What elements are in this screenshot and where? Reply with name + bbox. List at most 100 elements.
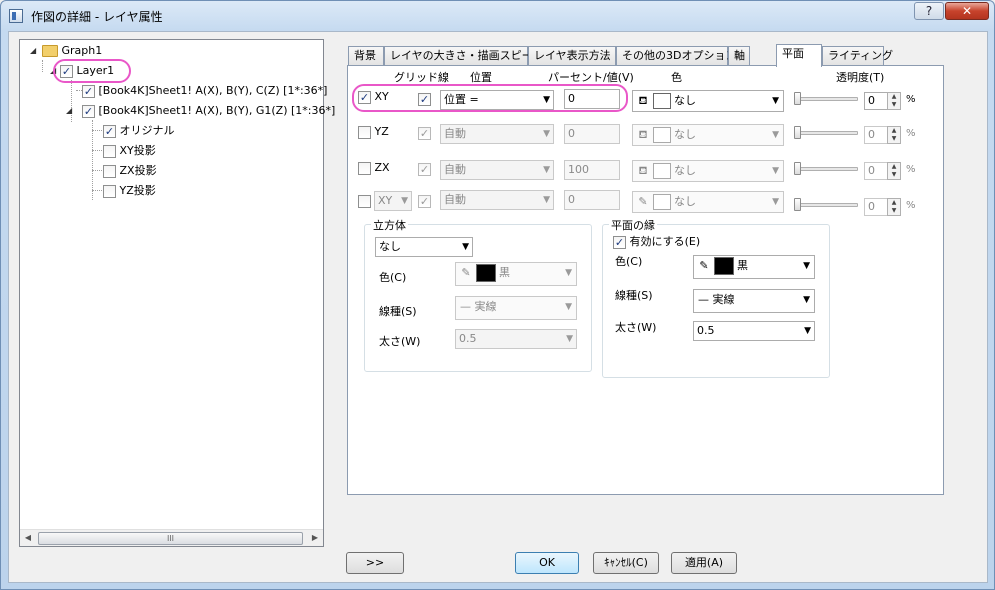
layer1-checkbox[interactable]: ✓: [60, 64, 73, 78]
plane-yz-transparency-spin[interactable]: 0 ▲ ▼: [864, 126, 901, 144]
position-value: 自動: [444, 127, 466, 140]
plane-xy-slider-thumb[interactable]: [794, 92, 801, 105]
plane-zx-value-input[interactable]: 100: [564, 160, 620, 180]
app-icon: [9, 9, 23, 23]
plane-zx-checkbox[interactable]: [358, 161, 371, 175]
tree-horizontal-scrollbar[interactable]: ◀ III ▶: [20, 529, 323, 546]
tab-axis[interactable]: 軸: [728, 46, 750, 65]
cube-linestyle-select[interactable]: — 実線 ▼: [455, 296, 577, 320]
color-swatch: [653, 163, 671, 179]
plane-yz-color-select[interactable]: ⛾ なし ▼: [632, 124, 784, 146]
chevron-down-icon: ▼: [772, 130, 779, 140]
plane-yz-value-input[interactable]: 0: [564, 124, 620, 144]
plane-xy-transparency-spin[interactable]: 0 ▲ ▼: [864, 92, 901, 110]
transparency-value: 0: [868, 128, 875, 141]
tab-layer-display[interactable]: レイヤ表示方法: [528, 46, 616, 65]
object-tree[interactable]: ◢ Graph1 ◢ ✓ Layer1 ✓ [Book4K]Sheet1! A(…: [19, 39, 335, 547]
chevron-down-icon: ▼: [803, 261, 810, 271]
plane-custom-grid-checkbox[interactable]: ✓: [418, 195, 431, 208]
color-value: 黒: [499, 266, 510, 279]
apply-button[interactable]: 適用(A): [671, 552, 737, 574]
edge-color-select[interactable]: ✎ 黒 ▼: [693, 255, 815, 279]
yz-projection-checkbox[interactable]: [103, 184, 116, 198]
scroll-thumb[interactable]: III: [38, 532, 303, 545]
xy-projection-checkbox[interactable]: [103, 144, 116, 158]
edge-enable-row[interactable]: ✓ 有効にする(E): [613, 233, 700, 249]
plane-zx-position-select[interactable]: 自動 ▼: [440, 160, 554, 180]
edge-width-select[interactable]: 0.5 ▼: [693, 321, 815, 341]
plane-xy-checkbox[interactable]: ✓: [358, 90, 371, 104]
tab-layer-size-speed[interactable]: レイヤの大きさ・描画スピード: [384, 46, 544, 65]
ok-button[interactable]: OK: [515, 552, 579, 574]
plot1-checkbox[interactable]: ✓: [82, 84, 95, 98]
spin-arrows-icon[interactable]: ▲ ▼: [887, 126, 901, 144]
plane-xy-color-select[interactable]: ⛾ なし ▼: [632, 90, 784, 112]
plane-zx-transparency-spin[interactable]: 0 ▲ ▼: [864, 162, 901, 180]
expand-icon[interactable]: ◢: [50, 66, 59, 75]
tab-planes[interactable]: 平面: [776, 44, 822, 67]
pen-icon: ✎: [699, 259, 709, 272]
tab-lighting[interactable]: ライティング: [822, 46, 893, 65]
edge-linestyle-select[interactable]: — 実線 ▼: [693, 289, 815, 313]
fill-bucket-icon: ⛾: [638, 164, 648, 177]
title-bar[interactable]: 作図の詳細 - レイヤ属性 ? ✕: [1, 1, 994, 31]
plane-yz-checkbox[interactable]: [358, 125, 371, 139]
tree-item-graph1[interactable]: ◢ Graph1: [30, 42, 102, 60]
plane-zx-grid-checkbox[interactable]: ✓: [418, 163, 431, 176]
plane-xy-row[interactable]: ✓ XY: [358, 90, 389, 104]
tree-item-zx-projection[interactable]: ZX投影: [103, 162, 157, 180]
plane-yz-position-select[interactable]: 自動 ▼: [440, 124, 554, 144]
scroll-right-icon[interactable]: ▶: [309, 532, 321, 544]
plane-yz-transparency-slider[interactable]: [794, 131, 858, 135]
plane-custom-transparency-slider[interactable]: [794, 203, 858, 207]
plane-custom-checkbox[interactable]: [358, 195, 371, 208]
plane-custom-value-input[interactable]: 0: [564, 190, 620, 210]
edge-enable-checkbox[interactable]: ✓: [613, 235, 626, 249]
plane-xy-value-input[interactable]: 0: [564, 89, 620, 109]
plane-custom-slider-thumb[interactable]: [794, 198, 801, 211]
close-button[interactable]: ✕: [945, 2, 989, 20]
plane-xy-transparency-slider[interactable]: [794, 97, 858, 101]
tab-background[interactable]: 背景: [348, 46, 384, 65]
plot2-checkbox[interactable]: ✓: [82, 104, 95, 118]
tree-item-yz-projection[interactable]: YZ投影: [103, 182, 156, 200]
cancel-button[interactable]: ｷｬﾝｾﾙ(C): [593, 552, 659, 574]
plane-custom-position-select[interactable]: 自動 ▼: [440, 190, 554, 210]
tree-item-xy-projection[interactable]: XY投影: [103, 142, 156, 160]
tree-line: [92, 190, 102, 191]
plane-custom-transparency-spin[interactable]: 0 ▲ ▼: [864, 198, 901, 216]
tree-item-plot2[interactable]: ◢ ✓ [Book4K]Sheet1! A(X), B(Y), G1(Z) [1…: [66, 102, 335, 120]
tab-other-3d-options[interactable]: その他の3Dオプション: [616, 46, 736, 65]
pen-icon: ✎: [638, 195, 648, 208]
cube-width-select[interactable]: 0.5 ▼: [455, 329, 577, 349]
plane-yz-slider-thumb[interactable]: [794, 126, 801, 139]
plane-zx-color-select[interactable]: ⛾ なし ▼: [632, 160, 784, 182]
cube-type-select[interactable]: なし ▼: [375, 237, 473, 257]
spin-arrows-icon[interactable]: ▲ ▼: [887, 92, 901, 110]
plane-zx-row[interactable]: ZX: [358, 161, 390, 175]
plane-yz-row[interactable]: YZ: [358, 125, 389, 139]
plane-xy-grid-checkbox[interactable]: ✓: [418, 93, 431, 106]
plane-zx-slider-thumb[interactable]: [794, 162, 801, 175]
fill-bucket-icon: ⛾: [638, 128, 648, 141]
tree-item-original[interactable]: ✓ オリジナル: [103, 122, 175, 140]
plane-yz-grid-checkbox[interactable]: ✓: [418, 127, 431, 140]
expand-icon[interactable]: ◢: [30, 46, 39, 55]
zx-projection-checkbox[interactable]: [103, 164, 116, 178]
expand-button[interactable]: >>: [346, 552, 404, 574]
percent-sign: %: [906, 200, 916, 211]
tree-item-plot1[interactable]: ✓ [Book4K]Sheet1! A(X), B(Y), C(Z) [1*:3…: [82, 82, 327, 100]
spin-arrows-icon[interactable]: ▲ ▼: [887, 198, 901, 216]
spin-arrows-icon[interactable]: ▲ ▼: [887, 162, 901, 180]
plane-xy-position-select[interactable]: 位置 = ▼: [440, 90, 554, 110]
expand-icon[interactable]: ◢: [66, 106, 75, 115]
scroll-left-icon[interactable]: ◀: [22, 532, 34, 544]
position-value: 位置 =: [444, 93, 479, 106]
original-checkbox[interactable]: ✓: [103, 124, 116, 138]
cube-color-select[interactable]: ✎ 黒 ▼: [455, 262, 577, 286]
tree-item-layer1[interactable]: ◢ ✓ Layer1: [50, 62, 114, 80]
help-button[interactable]: ?: [914, 2, 944, 20]
plane-custom-type-select[interactable]: XY ▼: [374, 191, 412, 211]
plane-custom-color-select[interactable]: ✎ なし ▼: [632, 191, 784, 213]
plane-zx-transparency-slider[interactable]: [794, 167, 858, 171]
